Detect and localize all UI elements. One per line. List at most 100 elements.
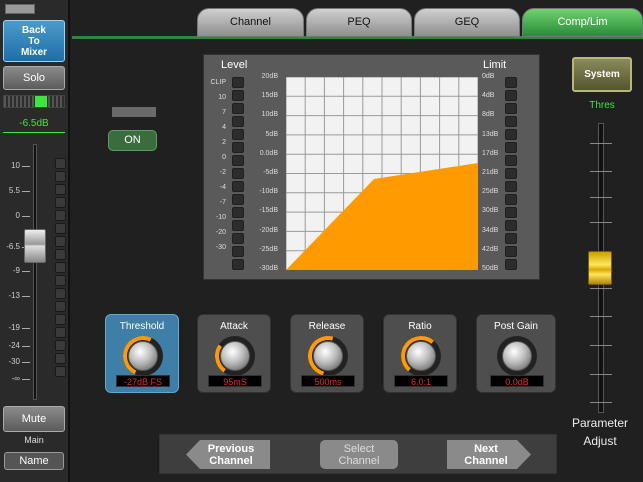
- parameter-name-label: Thres: [589, 100, 615, 111]
- system-button[interactable]: System: [572, 57, 632, 92]
- meter-segment: [232, 181, 244, 192]
- meter-segment: [55, 262, 66, 273]
- bus-label: Main: [24, 435, 44, 445]
- db-scale-label: -30dB: [259, 265, 278, 272]
- level-scale-label: -10: [215, 214, 226, 221]
- fader-scale-tick: [590, 288, 612, 289]
- meter-segment: [232, 233, 244, 244]
- fader-scale-label: 5.5: [8, 186, 20, 195]
- fader-scale-tick: [22, 166, 30, 167]
- fader-scale-tick: [590, 222, 612, 223]
- meter-segment: [55, 366, 66, 377]
- fader-scale-tick: [590, 374, 612, 375]
- level-scale-label: -30: [215, 244, 226, 251]
- meter-segment: [55, 158, 66, 169]
- post-gain-value: 0.0dB: [490, 375, 544, 387]
- fader-scale-label: 10: [11, 161, 20, 170]
- previous-channel-button[interactable]: Previous Channel: [186, 440, 270, 469]
- knob-label: Threshold: [119, 321, 165, 332]
- db-scale-label: -5dB: [263, 169, 278, 176]
- limit-scale-label: 0dB: [482, 73, 495, 80]
- channel-fader-handle[interactable]: [24, 229, 46, 263]
- fader-scale-label: -24: [8, 341, 20, 350]
- level-meter: [232, 77, 244, 272]
- back-to-mixer-button[interactable]: Back To Mixer: [3, 20, 65, 62]
- name-button[interactable]: Name: [4, 452, 64, 470]
- meter-segment: [55, 171, 66, 182]
- db-scale-label: 0.0dB: [259, 149, 278, 157]
- select-channel-button[interactable]: Select Channel: [320, 440, 398, 469]
- threshold-knob-panel[interactable]: Threshold -27dB FS: [105, 314, 179, 393]
- fader-scale-tick: [590, 143, 612, 144]
- fader-scale-label: -6.5: [6, 242, 20, 251]
- meter-segment: [55, 236, 66, 247]
- limit-scale-label: 21dB: [482, 169, 499, 176]
- post-gain-knob[interactable]: [502, 341, 532, 371]
- meter-segment: [55, 210, 66, 221]
- fader-scale-label: -9: [12, 266, 20, 275]
- limit-scale-label: 30dB: [482, 207, 499, 215]
- meter-segment: [232, 90, 244, 101]
- meter-segment: [55, 249, 66, 260]
- limit-scale-label: 50dB: [482, 265, 499, 272]
- meter-segment: [232, 116, 244, 127]
- solo-button[interactable]: Solo: [3, 66, 65, 90]
- db-scale-label: -25dB: [259, 245, 278, 253]
- tab-peq[interactable]: PEQ: [306, 8, 412, 37]
- gain-readout: -6.5dB: [19, 118, 49, 129]
- limit-scale-label: 34dB: [482, 226, 499, 234]
- knob-label: Ratio: [408, 321, 432, 332]
- meter-segment: [55, 301, 66, 312]
- db-scale-label: -20dB: [259, 226, 278, 234]
- mute-button[interactable]: Mute: [3, 406, 65, 432]
- meter-segment: [232, 103, 244, 114]
- attack-knob[interactable]: [220, 341, 250, 371]
- release-knob-panel[interactable]: Release 500ms: [290, 314, 364, 393]
- fader-scale-tick: [22, 271, 30, 272]
- tab-geq[interactable]: GEQ: [414, 8, 520, 37]
- meter-segment: [232, 129, 244, 140]
- level-scale-label: 0: [222, 154, 226, 161]
- meter-segment: [232, 207, 244, 218]
- db-scale-label: -15dB: [259, 207, 278, 215]
- tab-comp-lim[interactable]: Comp/Lim: [522, 8, 643, 37]
- channel-fader-track[interactable]: [33, 144, 37, 400]
- threshold-knob[interactable]: [128, 341, 158, 371]
- fader-scale-label: -19: [8, 323, 20, 332]
- meter-segment: [55, 275, 66, 286]
- knob-label: Release: [308, 321, 346, 332]
- meter-segment: [232, 77, 244, 88]
- fader-scale-tick: [22, 328, 30, 329]
- ratio-knob[interactable]: [406, 341, 436, 371]
- release-knob[interactable]: [313, 341, 343, 371]
- level-scale-label: -4: [219, 184, 226, 191]
- comp-on-button[interactable]: ON: [108, 130, 157, 151]
- meter-segment: [232, 194, 244, 205]
- db-scale-label: 15dB: [261, 92, 278, 100]
- attack-knob-panel[interactable]: Attack 95mS: [197, 314, 271, 393]
- meter-segment: [55, 223, 66, 234]
- db-scale-label: 10dB: [261, 111, 278, 119]
- limit-scale-label: 25dB: [482, 188, 499, 196]
- attack-value: 95mS: [208, 375, 262, 387]
- level-scale-label: -20: [215, 229, 226, 236]
- ratio-knob-panel[interactable]: Ratio 6.0:1: [383, 314, 457, 393]
- ratio-value: 6.0:1: [394, 375, 448, 387]
- fader-scale-label: 0: [15, 211, 20, 220]
- fader-scale-tick: [22, 379, 30, 380]
- knob-label: Post Gain: [494, 321, 538, 332]
- fader-scale-tick: [590, 402, 612, 403]
- tab-channel[interactable]: Channel: [197, 8, 304, 37]
- meter-segment: [55, 288, 66, 299]
- meter-segment: [55, 340, 66, 351]
- threshold-value: -27dB FS: [116, 375, 170, 387]
- meter-segment: [505, 194, 517, 205]
- post-gain-knob-panel[interactable]: Post Gain 0.0dB: [476, 314, 556, 393]
- parameter-fader-handle[interactable]: [588, 251, 612, 285]
- compressor-graph-panel: Level Limit CLIP 10 7 4 2 0 -2 -4 -7 -10 -20 -30 20d…: [203, 54, 540, 280]
- level-title: Level: [221, 59, 248, 71]
- next-channel-button[interactable]: Next Channel: [447, 440, 531, 469]
- fader-scale-tick: [22, 362, 30, 363]
- db-scale-label: -10dB: [259, 188, 278, 196]
- level-scale-label: 2: [222, 139, 226, 146]
